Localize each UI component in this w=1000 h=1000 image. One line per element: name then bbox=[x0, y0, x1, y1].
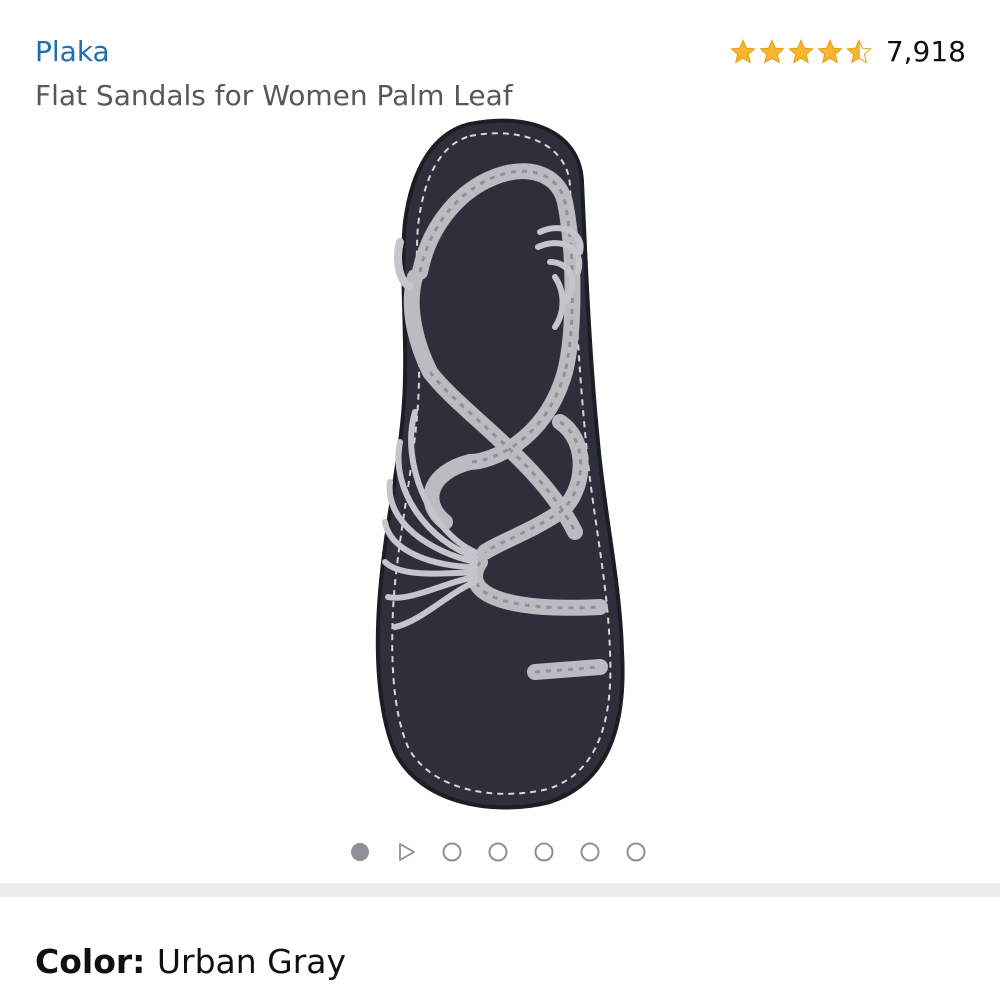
product-detail-page: Plaka Flat Sandals for Women Palm Leaf 7… bbox=[0, 0, 1000, 1000]
star-full-icon bbox=[759, 39, 785, 64]
color-value: Urban Gray bbox=[156, 942, 347, 981]
star-full-icon bbox=[788, 39, 814, 64]
rating-count: 7,918 bbox=[885, 35, 966, 68]
play-icon[interactable] bbox=[396, 842, 416, 862]
star-half-icon bbox=[846, 39, 872, 64]
section-divider bbox=[0, 883, 1000, 897]
product-image[interactable] bbox=[360, 112, 650, 812]
image-carousel-indicators bbox=[350, 838, 672, 866]
brand-link[interactable]: Plaka bbox=[35, 34, 110, 70]
carousel-dot[interactable] bbox=[626, 842, 646, 862]
carousel-dot[interactable] bbox=[488, 842, 508, 862]
carousel-dot[interactable] bbox=[580, 842, 600, 862]
rating-summary[interactable]: 7,918 bbox=[729, 34, 966, 70]
color-selection: Color: Urban Gray bbox=[35, 940, 346, 984]
star-full-icon bbox=[817, 39, 843, 64]
carousel-dot[interactable] bbox=[442, 842, 462, 862]
product-title: Flat Sandals for Women Palm Leaf bbox=[35, 79, 513, 112]
star-full-icon bbox=[730, 39, 756, 64]
carousel-dot[interactable] bbox=[534, 842, 554, 862]
color-label: Color: bbox=[35, 942, 157, 981]
carousel-dot-active[interactable] bbox=[350, 842, 370, 862]
star-rating bbox=[729, 38, 874, 66]
